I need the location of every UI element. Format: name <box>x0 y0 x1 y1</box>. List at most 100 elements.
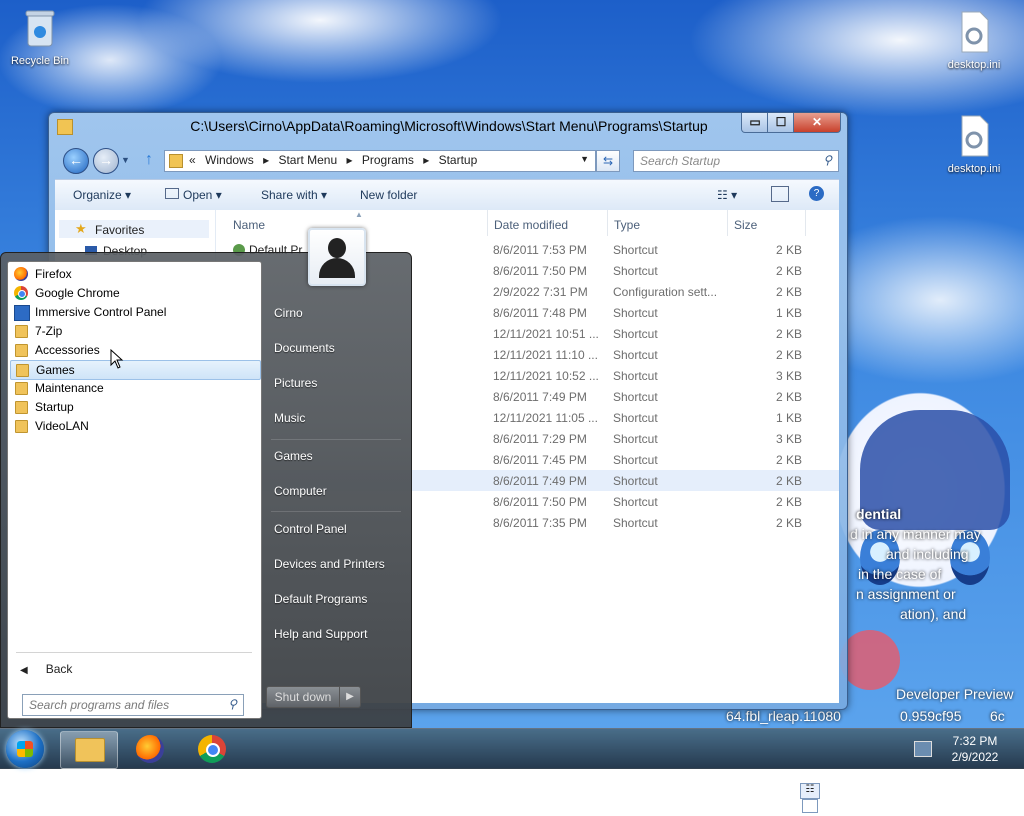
help-icon[interactable]: ? <box>809 186 824 201</box>
taskbar-chrome[interactable] <box>184 731 240 767</box>
start-item-computer[interactable]: Computer <box>274 484 327 498</box>
desktop-ini-shortcut[interactable]: desktop.ini <box>934 114 1014 175</box>
start-item-control-panel[interactable]: Control Panel <box>274 522 347 536</box>
up-arrow-icon[interactable]: ↑ <box>145 151 153 169</box>
column-divider[interactable] <box>805 210 806 236</box>
file-date-modified: 8/6/2011 7:49 PM <box>493 390 587 404</box>
program-item[interactable]: Maintenance <box>10 379 259 397</box>
nav-favorites-label: Favorites <box>95 223 145 237</box>
close-button[interactable]: ✕ <box>793 113 841 133</box>
nav-favorites[interactable]: ★ Favorites <box>59 220 209 238</box>
control-panel-icon <box>14 305 30 321</box>
address-bar[interactable]: « Windows ▸ Start Menu ▸ Programs ▸ Star… <box>164 150 596 172</box>
breadcrumb-separator-icon[interactable]: ▸ <box>263 153 269 167</box>
program-item[interactable]: Google Chrome <box>10 284 259 302</box>
watermark-line: 64.fbl_rleap.11080 <box>726 708 841 724</box>
back-button[interactable]: ← <box>63 148 89 174</box>
star-icon: ★ <box>75 221 87 236</box>
maximize-button[interactable]: ☐ <box>767 113 795 133</box>
column-type[interactable]: Type <box>614 218 640 232</box>
new-folder-button[interactable]: New folder <box>360 188 417 202</box>
open-button[interactable]: Open ▾ <box>165 188 222 202</box>
breadcrumb-overflow[interactable]: « <box>189 153 196 167</box>
file-size: 1 KB <box>776 411 803 425</box>
watermark-line: n assignment or <box>856 586 956 602</box>
breadcrumb-start-menu[interactable]: Start Menu <box>278 153 337 167</box>
program-label: VideoLAN <box>35 419 89 433</box>
program-item[interactable]: 7-Zip <box>10 322 259 340</box>
chevron-down-icon: ▾ <box>215 188 222 202</box>
column-size[interactable]: Size <box>734 218 757 232</box>
maximize-icon: ☐ <box>775 115 787 129</box>
recycle-bin-shortcut[interactable]: Recycle Bin <box>0 6 80 67</box>
user-picture[interactable] <box>308 228 366 286</box>
network-icon[interactable] <box>914 741 932 757</box>
file-type: Shortcut <box>613 495 658 509</box>
large-icons-view-icon[interactable] <box>802 799 818 813</box>
start-item-default-programs[interactable]: Default Programs <box>274 592 367 606</box>
taskbar-explorer[interactable] <box>60 731 118 769</box>
breadcrumb-separator-icon[interactable]: ▸ <box>346 153 352 167</box>
chevron-down-icon: ▾ <box>321 188 328 202</box>
organize-button[interactable]: Organize ▾ <box>73 188 131 202</box>
file-size: 2 KB <box>776 516 803 530</box>
minimize-button[interactable]: ▭ <box>741 113 769 133</box>
shutdown-button[interactable]: Shut down <box>266 686 340 708</box>
column-divider[interactable] <box>607 210 608 236</box>
preview-pane-button[interactable] <box>771 186 789 202</box>
desktop-ini-label: desktop.ini <box>947 163 1001 175</box>
folder-icon <box>15 325 28 338</box>
desktop-ini-shortcut[interactable]: desktop.ini <box>934 10 1014 71</box>
breadcrumb-separator-icon[interactable]: ▸ <box>423 153 429 167</box>
start-item-music[interactable]: Music <box>274 411 305 425</box>
view-options-button[interactable]: ☷ ▾ <box>717 188 737 202</box>
breadcrumb-programs[interactable]: Programs <box>362 153 414 167</box>
start-item-pictures[interactable]: Pictures <box>274 376 317 390</box>
watermark-line: and including <box>886 546 969 562</box>
chevron-down-icon: ▾ <box>731 188 738 202</box>
start-button[interactable] <box>6 730 44 768</box>
file-type: Shortcut <box>613 327 658 341</box>
back-button[interactable]: ◀ Back <box>20 662 72 676</box>
watermark-line: ation), and <box>900 606 967 622</box>
file-date-modified: 2/9/2022 7:31 PM <box>493 285 588 299</box>
search-programs-input[interactable]: Search programs and files ⚲ <box>22 694 244 716</box>
all-programs-list: Firefox Google Chrome Immersive Control Pa… <box>7 261 262 719</box>
file-date-modified: 8/6/2011 7:50 PM <box>493 495 587 509</box>
program-item[interactable]: Immersive Control Panel <box>10 303 259 321</box>
search-input[interactable]: Search Startup ⚲ <box>633 150 839 172</box>
column-name[interactable]: Name <box>233 218 265 232</box>
breadcrumb-startup[interactable]: Startup <box>439 153 478 167</box>
start-item-games[interactable]: Games <box>274 449 313 463</box>
refresh-button[interactable]: ⇆ <box>596 150 620 172</box>
start-menu: Firefox Google Chrome Immersive Control Pa… <box>0 252 412 728</box>
program-item[interactable]: VideoLAN <box>10 417 259 435</box>
program-item[interactable]: Accessories <box>10 341 259 359</box>
forward-button[interactable]: → <box>93 148 119 174</box>
program-label: 7-Zip <box>35 324 63 338</box>
file-type: Shortcut <box>613 474 658 488</box>
start-item-documents[interactable]: Documents <box>274 341 335 355</box>
search-icon: ⚲ <box>823 153 832 167</box>
start-item-devices-printers[interactable]: Devices and Printers <box>274 557 385 571</box>
address-dropdown-icon[interactable]: ▼ <box>580 154 589 164</box>
system-clock[interactable]: 7:32 PM 2/9/2022 <box>940 733 1010 765</box>
back-arrow-icon: ← <box>69 152 83 168</box>
taskbar-firefox[interactable] <box>124 731 180 767</box>
column-divider[interactable] <box>727 210 728 236</box>
column-date-modified[interactable]: Date modified <box>494 218 568 232</box>
watermark-line: 0.959cf95 <box>900 708 962 724</box>
start-item-user[interactable]: Cirno <box>274 306 303 320</box>
program-item[interactable]: Startup <box>10 398 259 416</box>
program-item[interactable]: Games <box>10 360 261 380</box>
chrome-icon <box>198 735 226 763</box>
start-item-help-support[interactable]: Help and Support <box>274 627 367 641</box>
history-dropdown-icon[interactable]: ▼ <box>121 155 130 165</box>
program-item[interactable]: Firefox <box>10 265 259 283</box>
column-divider[interactable] <box>487 210 488 236</box>
program-label: Games <box>36 363 75 377</box>
details-view-icon[interactable]: ☷ <box>800 783 820 799</box>
breadcrumb-windows[interactable]: Windows <box>205 153 254 167</box>
share-with-button[interactable]: Share with ▾ <box>261 188 327 202</box>
shutdown-options-button[interactable]: ▶ <box>339 686 361 708</box>
